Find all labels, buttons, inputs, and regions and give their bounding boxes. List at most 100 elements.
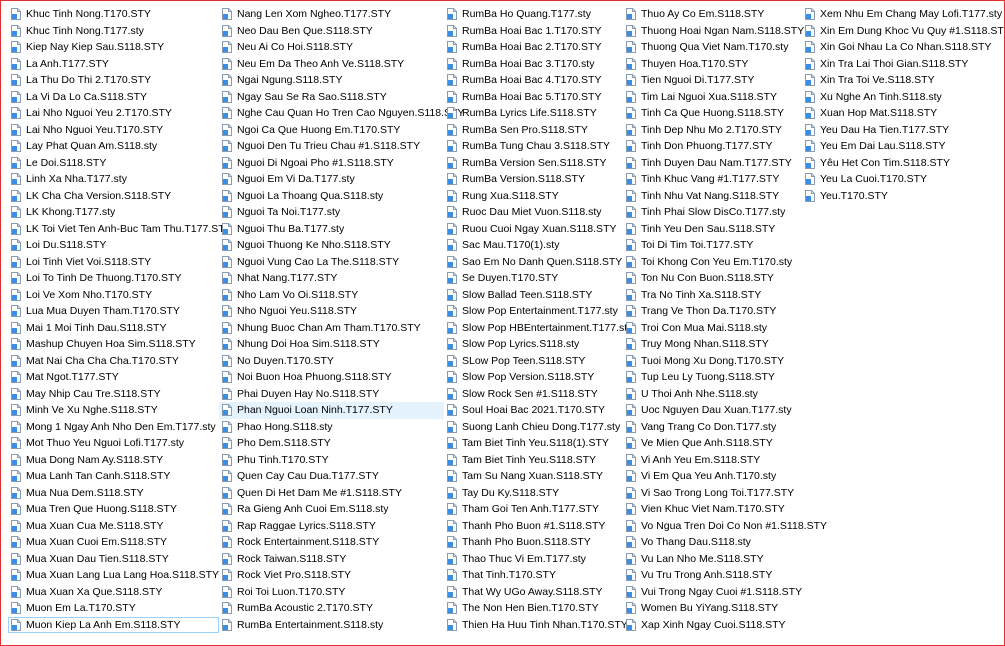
file-item[interactable]: Nhung Doi Hoa Sim.S118.STY [219,336,444,353]
file-item[interactable]: Tinh Phai Slow DisCo.T177.sty [623,204,802,221]
file-item[interactable]: The Non Hen Bien.T170.STY [444,600,623,617]
file-item[interactable]: Yeu Em Dai Lau.S118.STY [802,138,992,155]
file-item[interactable]: Nhung Buoc Chan Am Tham.T170.STY [219,320,444,337]
file-item[interactable]: Xin Em Dung Khoc Vu Quy #1.S118.STY [802,23,1004,40]
file-item[interactable]: Lai Nho Nguoi Yeu 2.T170.STY [8,105,219,122]
file-item[interactable]: Xin Goi Nhau La Co Nhan.S118.STY [802,39,992,56]
file-item[interactable]: Tam Biet Tinh Yeu.S118(1).STY [444,435,623,452]
file-item[interactable]: Mua Nua Dem.S118.STY [8,485,219,502]
file-item[interactable]: Mua Xuan Cuoi Em.S118.STY [8,534,219,551]
file-item[interactable]: RumBa Hoai Bac 3.T170.sty [444,56,623,73]
file-item[interactable]: Tinh Don Phuong.T177.STY [623,138,802,155]
file-item[interactable]: Slow Rock Sen #1.S118.STY [444,386,623,403]
file-item[interactable]: Phao Hong.S118.sty [219,419,444,436]
file-item[interactable]: LK Toi Viet Ten Anh-Buc Tam Thu.T177.STY [8,221,232,238]
file-item[interactable]: La Vi Da Lo Ca.S118.STY [8,89,219,106]
file-item[interactable]: Nguoi Den Tu Trieu Chau #1.S118.STY [219,138,444,155]
file-item[interactable]: Ve Mien Que Anh.S118.STY [623,435,802,452]
file-item[interactable]: Mua Xuan Lang Lua Lang Hoa.S118.STY [8,567,219,584]
file-item[interactable]: Nguoi Thu Ba.T177.sty [219,221,444,238]
file-item[interactable]: Lay Phat Quan Am.S118.sty [8,138,219,155]
file-item[interactable]: Toi Khong Con Yeu Em.T170.sty [623,254,802,271]
file-item[interactable]: Mua Dong Nam Ay.S118.STY [8,452,219,469]
file-item[interactable]: Troi Con Mua Mai.S118.sty [623,320,802,337]
file-item[interactable]: Quen Cay Cau Dua.T177.STY [219,468,444,485]
file-item[interactable]: Tay Du Ky.S118.STY [444,485,623,502]
file-item[interactable]: Xin Tra Lai Thoi Gian.S118.STY [802,56,992,73]
file-item[interactable]: Vi Anh Yeu Em.S118.STY [623,452,802,469]
file-item[interactable]: Tim Lai Nguoi Xua.S118.STY [623,89,802,106]
file-item[interactable]: Nho Lam Vo Oi.S118.STY [219,287,444,304]
file-item[interactable]: RumBa Tung Chau 3.S118.STY [444,138,623,155]
file-item[interactable]: Vang Trang Co Don.T177.sty [623,419,802,436]
file-item[interactable]: Nguoi Di Ngoai Pho #1.S118.STY [219,155,444,172]
file-item[interactable]: Vien Khuc Viet Nam.T170.STY [623,501,802,518]
file-item[interactable]: Yeu La Cuoi.T170.STY [802,171,992,188]
file-item[interactable]: Ton Nu Con Buon.S118.STY [623,270,802,287]
file-item[interactable]: Muon Em La.T170.STY [8,600,219,617]
file-item[interactable]: LK Cha Cha Version.S118.STY [8,188,219,205]
file-item[interactable]: Tien Nguoi Di.T177.STY [623,72,802,89]
file-item[interactable]: RumBa Hoai Bac 2.T170.STY [444,39,623,56]
file-item[interactable]: Quen Di Het Dam Me #1.S118.STY [219,485,444,502]
file-item[interactable]: Vui Trong Ngay Cuoi #1.S118.STY [623,584,802,601]
file-item[interactable]: LK Khong.T177.sty [8,204,219,221]
file-item[interactable]: Tuoi Mong Xu Dong.T170.STY [623,353,802,370]
file-item[interactable]: Nguoi Vung Cao La The.S118.STY [219,254,444,271]
file-item[interactable]: Tra No Tinh Xa.S118.STY [623,287,802,304]
file-item[interactable]: Lua Mua Duyen Tham.T170.STY [8,303,219,320]
file-item[interactable]: Mai 1 Moi Tinh Dau.S118.STY [8,320,219,337]
file-item[interactable]: Thanh Pho Buon #1.S118.STY [444,518,623,535]
file-item[interactable]: Thuyen Hoa.T170.STY [623,56,802,73]
file-item[interactable]: Ruoc Dau Miet Vuon.S118.sty [444,204,623,221]
file-item[interactable]: RumBa Version Sen.S118.STY [444,155,623,172]
file-item[interactable]: Tinh Khuc Vang #1.T177.STY [623,171,802,188]
file-item[interactable]: Slow Ballad Teen.S118.STY [444,287,623,304]
file-item[interactable]: Neu Em Da Theo Anh Ve.S118.STY [219,56,444,73]
file-item[interactable]: RumBa Sen Pro.S118.STY [444,122,623,139]
file-item[interactable]: Loi Tinh Viet Voi.S118.STY [8,254,219,271]
file-item[interactable]: Sac Mau.T170(1).sty [444,237,623,254]
file-item[interactable]: Yêu Het Con Tim.S118.STY [802,155,992,172]
file-item[interactable]: Lai Nho Nguoi Yeu.T170.STY [8,122,219,139]
file-item[interactable]: Mua Xuan Dau Tien.S118.STY [8,551,219,568]
file-item[interactable]: Nho Nguoi Yeu.S118.STY [219,303,444,320]
file-item[interactable]: Minh Ve Xu Nghe.S118.STY [8,402,219,419]
file-item[interactable]: Mua Lanh Tan Canh.S118.STY [8,468,219,485]
file-item[interactable]: Xin Tra Toi Ve.S118.STY [802,72,992,89]
file-item[interactable]: Khuc Tinh Nong.T170.STY [8,6,219,23]
file-item[interactable]: Tinh Dep Nhu Mo 2.T170.STY [623,122,802,139]
file-item[interactable]: Rock Taiwan.S118.STY [219,551,444,568]
file-item[interactable]: Ngai Ngung.S118.STY [219,72,444,89]
file-item[interactable]: Ruou Cuoi Ngay Xuan.S118.STY [444,221,623,238]
file-item[interactable]: Nguoi Ta Noi.T177.sty [219,204,444,221]
file-item[interactable]: RumBa Hoai Bac 5.T170.STY [444,89,623,106]
file-item[interactable]: Phai Duyen Hay No.S118.STY [219,386,444,403]
file-item[interactable]: Roi Toi Luon.T170.STY [219,584,444,601]
file-item[interactable]: Nhat Nang.T177.STY [219,270,444,287]
file-item[interactable]: Slow Pop HBEntertainment.T177.sty [444,320,632,337]
file-item[interactable]: Tam Biet Tinh Yeu.S118.STY [444,452,623,469]
file-item[interactable]: RumBa Hoai Bac 4.T170.STY [444,72,623,89]
file-item[interactable]: Vo Ngua Tren Doi Co Non #1.S118.STY [623,518,827,535]
file-item[interactable]: Loi Du.S118.STY [8,237,219,254]
file-item[interactable]: Soul Hoai Bac 2021.T170.STY [444,402,623,419]
file-item[interactable]: La Anh.T177.STY [8,56,219,73]
file-item[interactable]: Yeu.T170.STY [802,188,992,205]
file-item[interactable]: Xem Nhu Em Chang May Lofi.T177.sty [802,6,1002,23]
file-item[interactable]: Suong Lanh Chieu Dong.T177.sty [444,419,623,436]
file-item[interactable]: Uoc Nguyen Dau Xuan.T177.sty [623,402,802,419]
file-item[interactable]: Tinh Duyen Dau Nam.T177.STY [623,155,802,172]
file-item[interactable]: Rock Entertainment.S118.STY [219,534,444,551]
file-item[interactable]: Truy Mong Nhan.S118.STY [623,336,802,353]
file-item[interactable]: RumBa Entertainment.S118.sty [219,617,444,634]
file-item[interactable]: Linh Xa Nha.T177.sty [8,171,219,188]
file-item[interactable]: Mua Xuan Xa Que.S118.STY [8,584,219,601]
file-item[interactable]: Mua Tren Que Huong.S118.STY [8,501,219,518]
file-item[interactable]: Mashup Chuyen Hoa Sim.S118.STY [8,336,219,353]
file-item[interactable]: Rock Viet Pro.S118.STY [219,567,444,584]
file-item[interactable]: Nguoi Em Vi Da.T177.sty [219,171,444,188]
file-item[interactable]: Rung Xua.S118.STY [444,188,623,205]
file-item[interactable]: Muon Kiep La Anh Em.S118.STY [8,616,219,633]
file-item[interactable]: Tham Goi Ten Anh.T177.STY [444,501,623,518]
